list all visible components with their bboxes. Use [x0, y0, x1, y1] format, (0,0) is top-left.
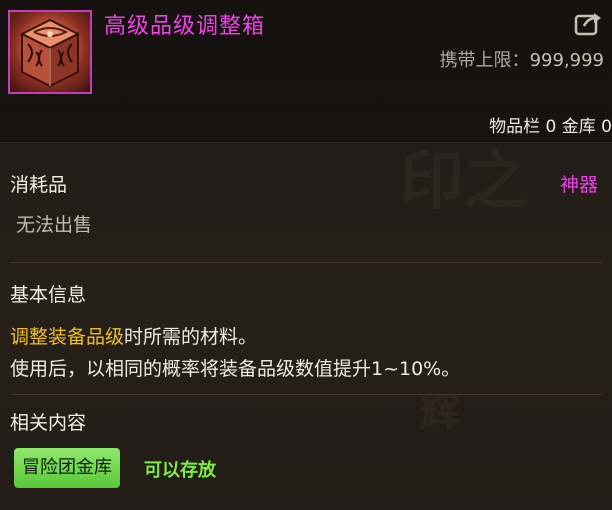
share-icon[interactable]	[574, 10, 602, 36]
carry-limit: 携带上限：999,999	[440, 46, 604, 72]
carry-limit-value: 999,999	[529, 50, 604, 71]
carry-limit-label: 携带上限：	[439, 50, 530, 71]
basic-info-title: 基本信息	[10, 284, 87, 306]
background-watermark: 印之	[400, 145, 528, 219]
description-highlight: 调整装备品级	[10, 326, 125, 348]
related-content-title: 相关内容	[10, 412, 87, 434]
item-name: 高级品级调整箱	[104, 14, 266, 39]
adventure-vault-tag[interactable]: 冒险团金库	[14, 448, 120, 488]
storable-note: 可以存放	[144, 460, 216, 481]
item-category: 消耗品	[10, 174, 68, 196]
description-line-1-rest: 时所需的材料。	[124, 326, 258, 348]
item-tooltip: 印之 辉 高级品级调整箱 携带上限：999,999 物品栏 0 金库 0 消耗品…	[0, 0, 612, 510]
background-watermark-2: 辉	[420, 390, 460, 436]
storage-count: 物品栏 0 金库 0	[489, 117, 612, 137]
sell-status: 无法出售	[16, 214, 93, 236]
item-rarity: 神器	[559, 174, 598, 196]
ornate-box-icon	[8, 10, 92, 94]
description-line-1: 调整装备品级时所需的材料。	[10, 322, 257, 349]
description-line-2: 使用后，以相同的概率将装备品级数值提升1~10%。	[10, 358, 461, 380]
divider	[10, 394, 602, 395]
divider	[10, 262, 602, 263]
tooltip-header: 高级品级调整箱 携带上限：999,999 物品栏 0 金库 0	[0, 0, 612, 143]
